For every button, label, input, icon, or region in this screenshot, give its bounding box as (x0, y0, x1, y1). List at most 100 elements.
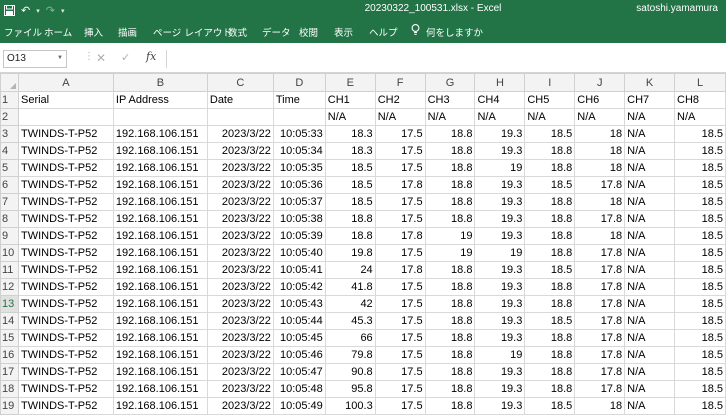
cell-e[interactable]: 95.8 (324, 380, 376, 398)
cell-e[interactable]: 42 (324, 295, 376, 313)
cell-k[interactable]: N/A (624, 363, 676, 381)
cell-i[interactable]: 18.8 (524, 142, 576, 160)
tab-page-layout[interactable]: ページ レイアウト (153, 25, 232, 39)
cell-g[interactable]: 19 (424, 227, 476, 245)
cell-a[interactable]: Serial (17, 91, 114, 109)
cell-a[interactable]: TWINDS-T-P52 (17, 346, 114, 364)
cell-f[interactable]: 17.5 (374, 312, 426, 330)
row-header[interactable]: 7 (0, 193, 19, 211)
cell-d[interactable]: 10:05:47 (272, 363, 326, 381)
cell-g[interactable]: 18.8 (424, 397, 476, 415)
cell-d[interactable] (272, 108, 326, 126)
cell-e[interactable]: 66 (324, 329, 376, 347)
cell-k[interactable]: N/A (624, 261, 676, 279)
column-header-h[interactable]: H (474, 73, 526, 92)
cell-g[interactable]: 18.8 (424, 176, 476, 194)
cell-i[interactable]: 18.8 (524, 210, 576, 228)
cell-a[interactable]: TWINDS-T-P52 (17, 380, 114, 398)
cell-e[interactable]: 90.8 (324, 363, 376, 381)
cell-i[interactable]: CH5 (524, 91, 576, 109)
cell-g[interactable]: 18.8 (424, 278, 476, 296)
cell-d[interactable]: 10:05:42 (272, 278, 326, 296)
cell-c[interactable]: 2023/3/22 (206, 278, 274, 296)
cell-h[interactable]: 19.3 (474, 278, 526, 296)
chevron-down-icon[interactable]: ▼ (57, 55, 63, 61)
cell-h[interactable]: CH4 (474, 91, 526, 109)
cell-d[interactable]: 10:05:35 (272, 159, 326, 177)
tab-view[interactable]: 表示 (334, 25, 353, 39)
cell-h[interactable]: 19.3 (474, 397, 526, 415)
cell-l[interactable]: 18.5 (674, 261, 726, 279)
cell-k[interactable]: N/A (624, 329, 676, 347)
cell-i[interactable]: 18.8 (524, 227, 576, 245)
cell-k[interactable]: N/A (624, 176, 676, 194)
cell-a[interactable]: TWINDS-T-P52 (17, 210, 114, 228)
cell-e[interactable]: 18.5 (324, 159, 376, 177)
cell-j[interactable]: 17.8 (574, 278, 626, 296)
cell-d[interactable]: 10:05:45 (272, 329, 326, 347)
cell-a[interactable]: TWINDS-T-P52 (17, 329, 114, 347)
cell-j[interactable]: 18 (574, 397, 626, 415)
cell-g[interactable]: 18.8 (424, 346, 476, 364)
cell-e[interactable]: 24 (324, 261, 376, 279)
cell-h[interactable]: 19.3 (474, 142, 526, 160)
cell-k[interactable]: N/A (624, 125, 676, 143)
cell-i[interactable]: 18.8 (524, 159, 576, 177)
cell-e[interactable]: 18.5 (324, 176, 376, 194)
cell-f[interactable]: 17.8 (374, 176, 426, 194)
cell-j[interactable]: 17.8 (574, 346, 626, 364)
cell-k[interactable]: N/A (624, 278, 676, 296)
cell-a[interactable]: TWINDS-T-P52 (17, 159, 114, 177)
cell-k[interactable]: N/A (624, 193, 676, 211)
cell-j[interactable]: 17.8 (574, 380, 626, 398)
cell-c[interactable]: Date (206, 91, 274, 109)
cell-a[interactable]: TWINDS-T-P52 (17, 193, 114, 211)
cell-j[interactable]: 17.8 (574, 329, 626, 347)
cell-b[interactable]: 192.168.106.151 (112, 159, 208, 177)
cell-e[interactable]: 18.8 (324, 210, 376, 228)
cell-d[interactable]: 10:05:36 (272, 176, 326, 194)
cell-d[interactable]: 10:05:40 (272, 244, 326, 262)
column-header-j[interactable]: J (574, 73, 626, 92)
cell-e[interactable]: 100.3 (324, 397, 376, 415)
cell-j[interactable]: 17.8 (574, 312, 626, 330)
cell-j[interactable]: 18 (574, 142, 626, 160)
cell-h[interactable]: N/A (474, 108, 526, 126)
column-header-k[interactable]: K (624, 73, 676, 92)
cell-i[interactable]: 18.5 (524, 125, 576, 143)
cell-k[interactable]: N/A (624, 108, 676, 126)
cell-i[interactable]: 18.5 (524, 312, 576, 330)
cell-i[interactable]: 18.5 (524, 397, 576, 415)
row-header[interactable]: 5 (0, 159, 19, 177)
cell-h[interactable]: 19.3 (474, 329, 526, 347)
cell-i[interactable]: 18.8 (524, 346, 576, 364)
cell-l[interactable]: 18.5 (674, 142, 726, 160)
cell-l[interactable]: 18.5 (674, 329, 726, 347)
cell-j[interactable]: N/A (574, 108, 626, 126)
cell-b[interactable]: 192.168.106.151 (112, 193, 208, 211)
cell-a[interactable]: TWINDS-T-P52 (17, 312, 114, 330)
cell-e[interactable]: CH1 (324, 91, 376, 109)
cell-f[interactable]: 17.5 (374, 329, 426, 347)
cell-d[interactable]: 10:05:33 (272, 125, 326, 143)
cell-b[interactable]: 192.168.106.151 (112, 346, 208, 364)
cell-b[interactable]: 192.168.106.151 (112, 380, 208, 398)
cell-h[interactable]: 19 (474, 159, 526, 177)
cell-d[interactable]: 10:05:46 (272, 346, 326, 364)
cell-h[interactable]: 19.3 (474, 380, 526, 398)
cell-a[interactable]: TWINDS-T-P52 (17, 295, 114, 313)
cell-e[interactable]: 18.5 (324, 193, 376, 211)
cell-d[interactable]: 10:05:48 (272, 380, 326, 398)
insert-function-icon[interactable]: fx (146, 50, 156, 63)
cell-i[interactable]: 18.8 (524, 363, 576, 381)
row-header[interactable]: 8 (0, 210, 19, 228)
cell-b[interactable]: IP Address (112, 91, 208, 109)
cell-h[interactable]: 19.3 (474, 295, 526, 313)
cell-d[interactable]: 10:05:37 (272, 193, 326, 211)
cell-d[interactable]: 10:05:43 (272, 295, 326, 313)
cell-d[interactable]: Time (272, 91, 326, 109)
cell-f[interactable]: N/A (374, 108, 426, 126)
cell-h[interactable]: 19.3 (474, 363, 526, 381)
cell-i[interactable]: 18.8 (524, 244, 576, 262)
row-header[interactable]: 12 (0, 278, 19, 296)
